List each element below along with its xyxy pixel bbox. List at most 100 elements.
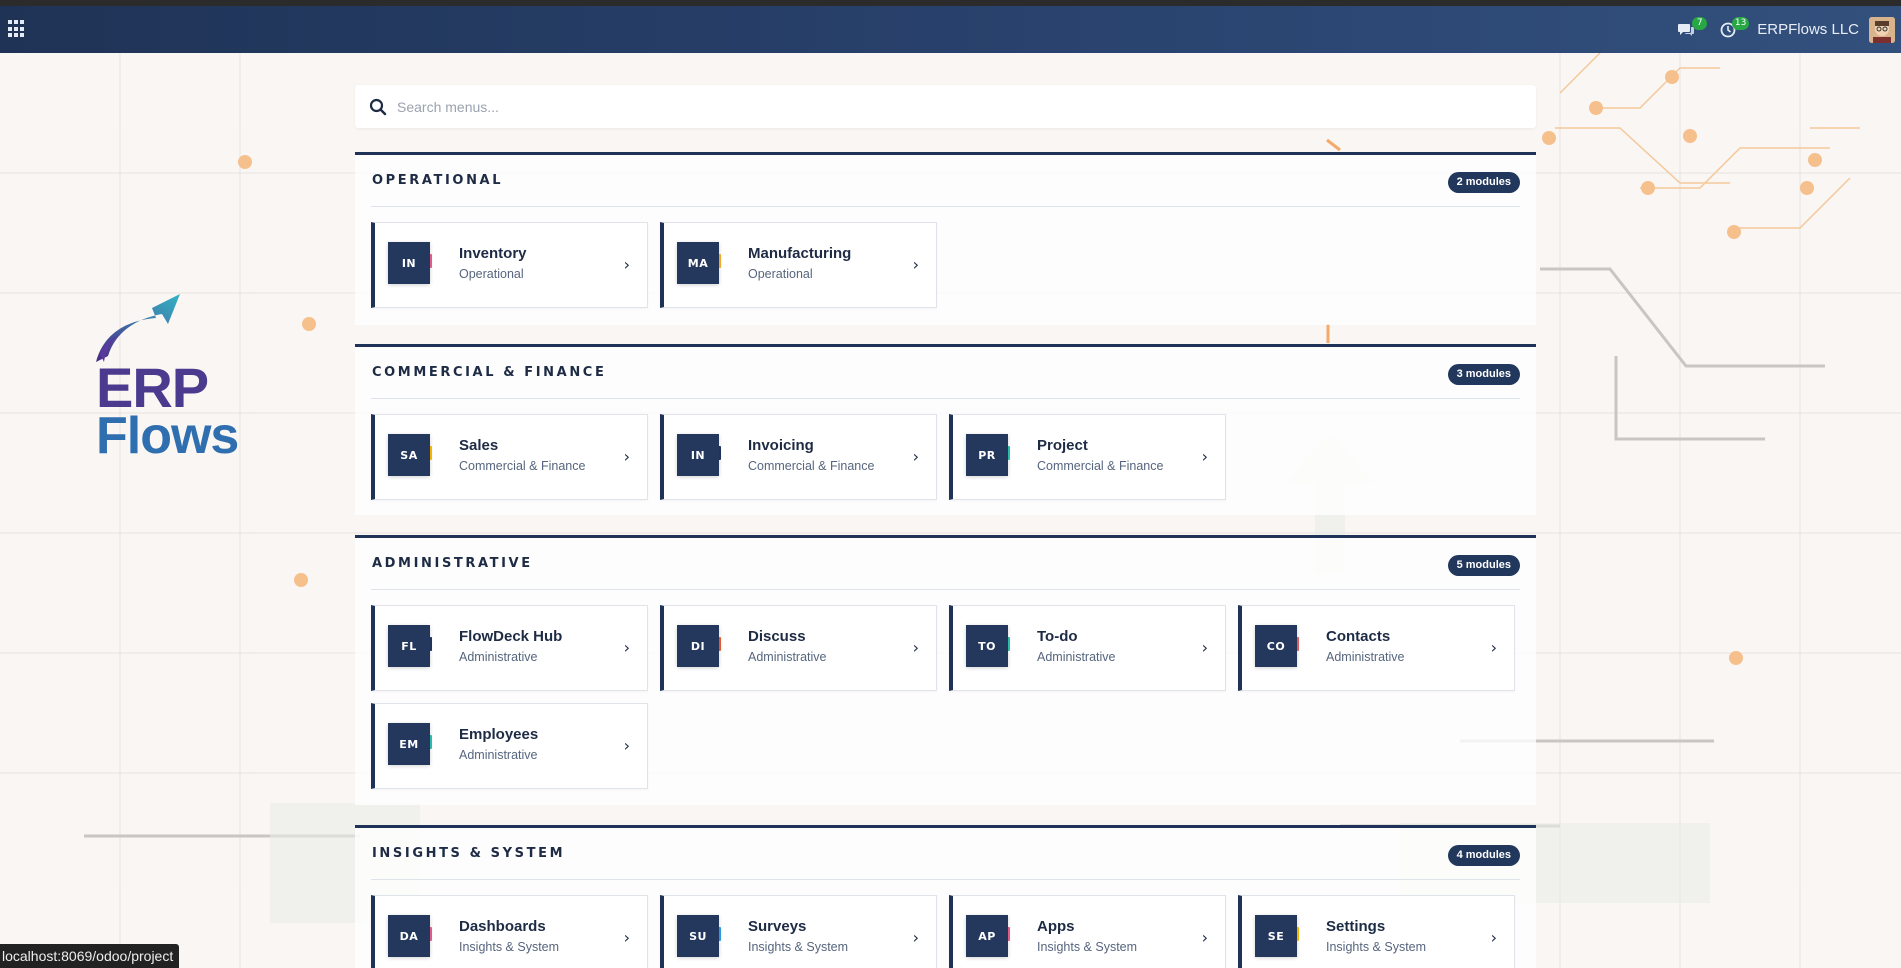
logo-text-flows: Flows [96,407,239,465]
module-name: Discuss [748,628,806,645]
navbar-systray: 7 13 ERPFlows LLC [1673,6,1901,53]
module-name: Dashboards [459,918,546,935]
module-card[interactable]: IN Invoicing Commercial & Finance › [660,414,937,500]
chevron-right-icon: › [623,736,630,755]
top-navbar: 7 13 ERPFlows LLC [0,6,1901,53]
module-section: OPERATIONAL 2 modules IN Inventory Operation… [355,152,1536,325]
section-title: ADMINISTRATIVE [372,556,533,571]
chevron-right-icon: › [1201,638,1208,657]
module-category: Commercial & Finance [1037,459,1164,473]
module-name: FlowDeck Hub [459,628,563,645]
module-app-icon: IN [677,434,721,476]
module-category: Operational [459,267,524,281]
section-divider [371,206,1520,207]
section-title: COMMERCIAL & FINANCE [372,365,607,380]
module-name: Settings [1326,918,1386,935]
module-category: Insights & System [459,940,560,954]
module-section: COMMERCIAL & FINANCE 3 modules SA Sales Comm… [355,344,1536,515]
chevron-right-icon: › [912,638,919,657]
messages-count-badge: 7 [1692,16,1708,30]
module-card[interactable]: IN Inventory Operational › [371,222,648,308]
module-card[interactable]: EM Employees Administrative › [371,703,648,789]
module-name: Invoicing [748,437,814,454]
chevron-right-icon: › [1490,638,1497,657]
module-category: Insights & System [748,940,849,954]
module-name: Employees [459,726,539,743]
module-card[interactable]: CO Contacts Administrative › [1238,605,1515,691]
module-card[interactable]: SE Settings Insights & System › [1238,895,1515,968]
module-category: Commercial & Finance [748,459,875,473]
module-category: Administrative [459,650,538,664]
chevron-right-icon: › [623,447,630,466]
module-category: Insights & System [1326,940,1427,954]
module-abbreviation: TO [966,625,1008,667]
apps-grid-icon[interactable] [8,20,26,38]
module-card[interactable]: PR Project Commercial & Finance › [949,414,1226,500]
module-app-icon: DA [388,915,432,957]
chevron-right-icon: › [912,255,919,274]
module-card[interactable]: DA Dashboards Insights & System › [371,895,648,968]
search-icon [369,98,387,115]
module-app-icon: PR [966,434,1010,476]
section-divider [371,398,1520,399]
module-app-icon: DI [677,625,721,667]
search-menus-input[interactable] [397,98,1497,115]
section-module-count-badge: 4 modules [1447,845,1520,866]
module-abbreviation: SE [1255,915,1297,957]
browser-status-url: localhost:8069/odoo/project [0,944,180,968]
module-name: Contacts [1326,628,1391,645]
messages-button[interactable]: 7 [1673,16,1708,43]
module-abbreviation: FL [388,625,430,667]
module-name: Project [1037,437,1088,454]
module-app-icon: FL [388,625,432,667]
module-abbreviation: EM [388,723,430,765]
module-category: Administrative [1326,650,1405,664]
module-category: Administrative [748,650,827,664]
module-abbreviation: IN [677,434,719,476]
module-app-icon: MA [677,242,721,284]
section-divider [371,879,1520,880]
chevron-right-icon: › [623,638,630,657]
module-app-icon: CO [1255,625,1299,667]
chevron-right-icon: › [1201,447,1208,466]
section-module-count-badge: 5 modules [1447,555,1520,576]
module-name: Surveys [748,918,807,935]
module-abbreviation: PR [966,434,1008,476]
search-bar [355,85,1536,128]
module-abbreviation: SA [388,434,430,476]
module-name: Inventory [459,245,527,262]
module-category: Insights & System [1037,940,1138,954]
section-title: INSIGHTS & SYSTEM [372,846,566,861]
section-divider [371,589,1520,590]
module-card[interactable]: DI Discuss Administrative › [660,605,937,691]
user-avatar[interactable] [1869,16,1895,43]
company-switcher[interactable]: ERPFlows LLC [1757,21,1859,38]
section-title: OPERATIONAL [372,173,504,188]
module-app-icon: TO [966,625,1010,667]
module-card[interactable]: MA Manufacturing Operational › [660,222,937,308]
module-app-icon: SU [677,915,721,957]
module-card[interactable]: FL FlowDeck Hub Administrative › [371,605,648,691]
module-card[interactable]: AP Apps Insights & System › [949,895,1226,968]
module-abbreviation: AP [966,915,1008,957]
module-abbreviation: DI [677,625,719,667]
module-category: Commercial & Finance [459,459,586,473]
module-name: Apps [1037,918,1075,935]
module-card[interactable]: SU Surveys Insights & System › [660,895,937,968]
module-app-icon: AP [966,915,1010,957]
section-module-count-badge: 3 modules [1447,364,1520,385]
module-card[interactable]: TO To-do Administrative › [949,605,1226,691]
module-card[interactable]: SA Sales Commercial & Finance › [371,414,648,500]
activities-button[interactable]: 13 [1715,16,1750,43]
section-module-count-badge: 2 modules [1447,172,1520,193]
erpflows-logo: ERP Flows [94,292,264,472]
module-abbreviation: DA [388,915,430,957]
module-abbreviation: MA [677,242,719,284]
chevron-right-icon: › [1201,928,1208,947]
module-category: Operational [748,267,813,281]
module-abbreviation: SU [677,915,719,957]
activities-count-badge: 13 [1731,16,1750,30]
module-category: Administrative [1037,650,1116,664]
chevron-right-icon: › [1490,928,1497,947]
chevron-right-icon: › [623,928,630,947]
